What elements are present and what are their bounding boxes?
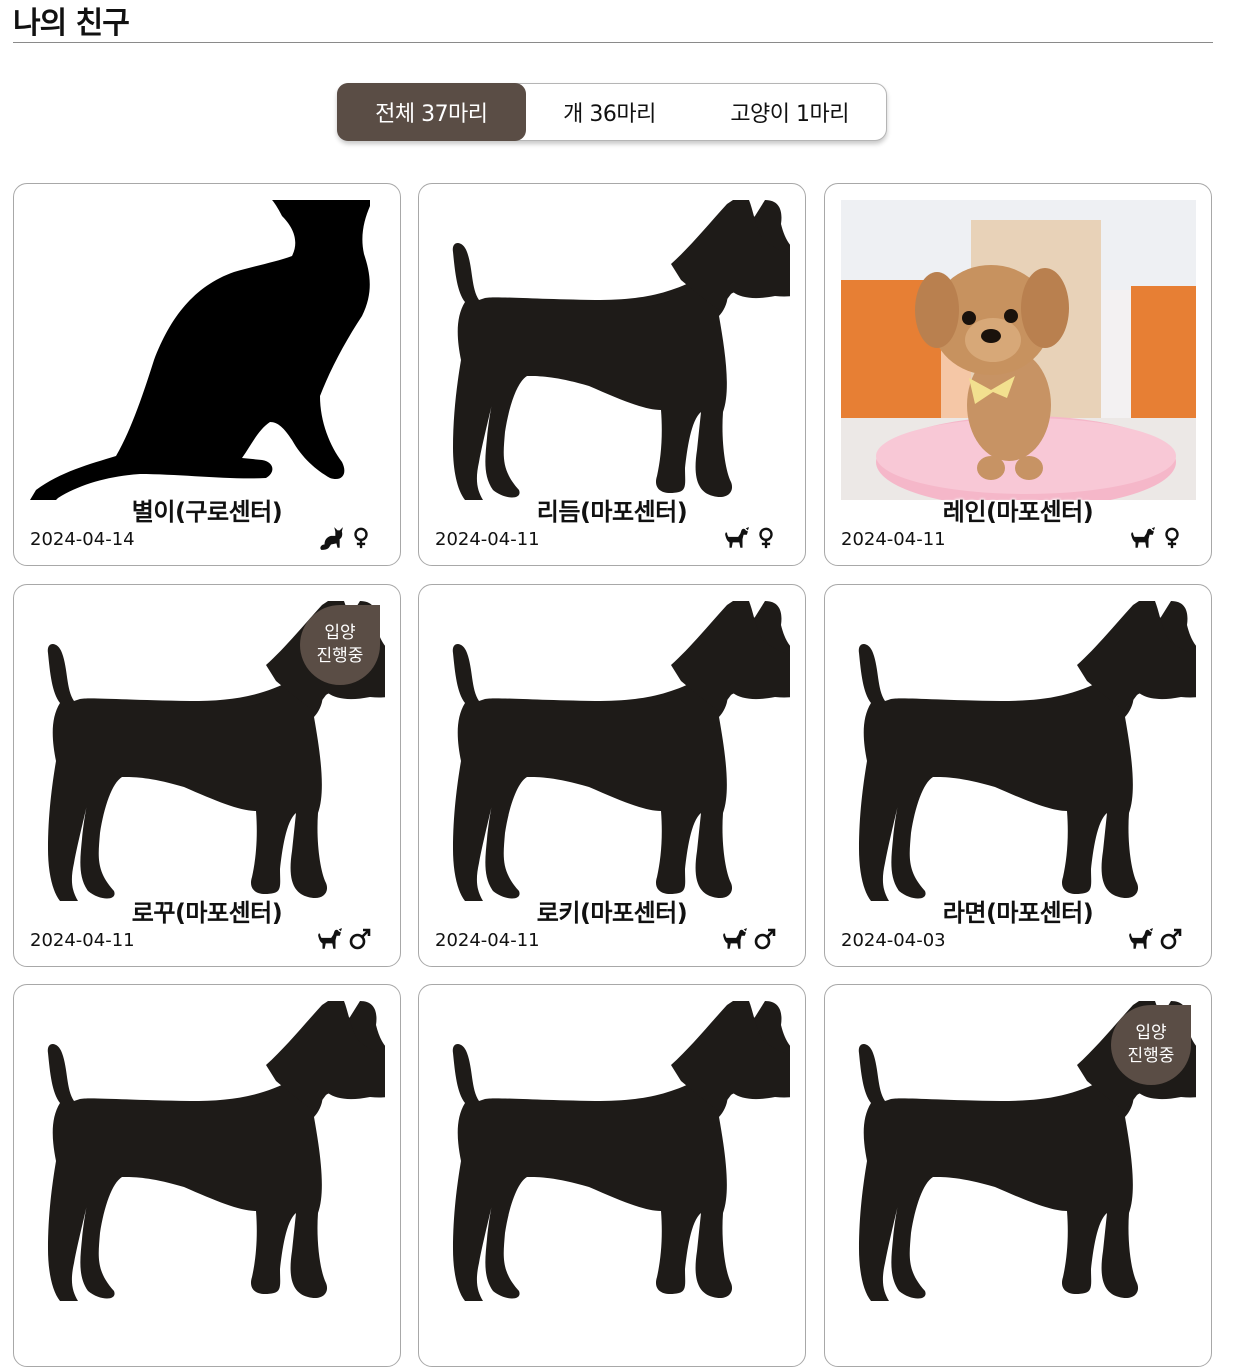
pet-card[interactable]: 라면(마포센터) 2024-04-03 <box>824 584 1212 967</box>
badge-line: 입양 <box>1135 1023 1167 1043</box>
pet-card[interactable]: 별이(구로센터) 2024-04-14 <box>13 183 401 566</box>
filter-tab-all[interactable]: 전체 37마리 <box>337 83 526 141</box>
dog-silhouette <box>435 1001 790 1301</box>
pet-photo <box>30 1001 385 1301</box>
dog-icon <box>1127 926 1153 952</box>
pet-date: 2024-04-11 <box>30 930 135 951</box>
dog-silhouette <box>30 1001 385 1301</box>
pet-name: 로꾸(마포센터) <box>131 899 283 927</box>
pet-card[interactable] <box>418 984 806 1367</box>
pet-card[interactable]: 입양 진행중 <box>824 984 1212 1367</box>
cat-icon <box>318 525 344 551</box>
badge-line: 진행중 <box>316 646 364 666</box>
pet-date: 2024-04-11 <box>841 529 946 550</box>
female-icon <box>350 526 372 550</box>
badge-line: 진행중 <box>1127 1046 1175 1066</box>
pet-card[interactable]: 입양 진행중 로꾸(마포센터) 2024-04-11 <box>13 584 401 967</box>
pet-card[interactable]: 리듬(마포센터) 2024-04-11 <box>418 183 806 566</box>
dog-silhouette <box>841 601 1196 901</box>
adoption-in-progress-badge: 입양 진행중 <box>1111 1005 1191 1085</box>
pet-icons <box>1129 525 1183 551</box>
dog-silhouette <box>435 200 790 500</box>
female-icon <box>1161 526 1183 550</box>
pet-icons <box>318 525 372 551</box>
pet-photo <box>435 200 790 500</box>
pet-name: 레인(마포센터) <box>942 498 1094 526</box>
dog-photo <box>841 200 1196 500</box>
pet-name: 별이(구로센터) <box>131 498 283 526</box>
pet-icons <box>1127 926 1183 952</box>
pet-icons <box>316 926 372 952</box>
dog-silhouette <box>435 601 790 901</box>
dog-icon <box>723 525 749 551</box>
dog-icon <box>316 926 342 952</box>
pet-name: 라면(마포센터) <box>942 899 1094 927</box>
male-icon <box>348 927 372 951</box>
pet-photo <box>435 601 790 901</box>
pet-photo <box>841 601 1196 901</box>
pet-photo <box>30 200 385 500</box>
cat-silhouette <box>30 200 385 500</box>
adoption-in-progress-badge: 입양 진행중 <box>300 605 380 685</box>
pet-date: 2024-04-11 <box>435 529 540 550</box>
pet-card[interactable] <box>13 984 401 1367</box>
female-icon <box>755 526 777 550</box>
pet-icons <box>723 525 777 551</box>
pet-card[interactable]: 레인(마포센터) 2024-04-11 <box>824 183 1212 566</box>
pet-date: 2024-04-11 <box>435 930 540 951</box>
page-title: 나의 친구 <box>13 6 130 41</box>
filter-tab-cat[interactable]: 고양이 1마리 <box>693 83 886 141</box>
pet-date: 2024-04-03 <box>841 930 946 951</box>
filter-tab-dog[interactable]: 개 36마리 <box>526 83 694 141</box>
pet-card[interactable]: 로키(마포센터) 2024-04-11 <box>418 584 806 967</box>
pet-icons <box>721 926 777 952</box>
male-icon <box>1159 927 1183 951</box>
male-icon <box>753 927 777 951</box>
dog-icon <box>1129 525 1155 551</box>
pet-photo <box>841 200 1196 500</box>
title-divider <box>13 42 1213 43</box>
pet-date: 2024-04-14 <box>30 529 135 550</box>
pet-name: 로키(마포센터) <box>536 899 688 927</box>
badge-line: 입양 <box>324 623 356 643</box>
pet-photo <box>435 1001 790 1301</box>
species-filter: 전체 37마리 개 36마리 고양이 1마리 <box>337 83 887 141</box>
pet-name: 리듬(마포센터) <box>536 498 688 526</box>
dog-icon <box>721 926 747 952</box>
